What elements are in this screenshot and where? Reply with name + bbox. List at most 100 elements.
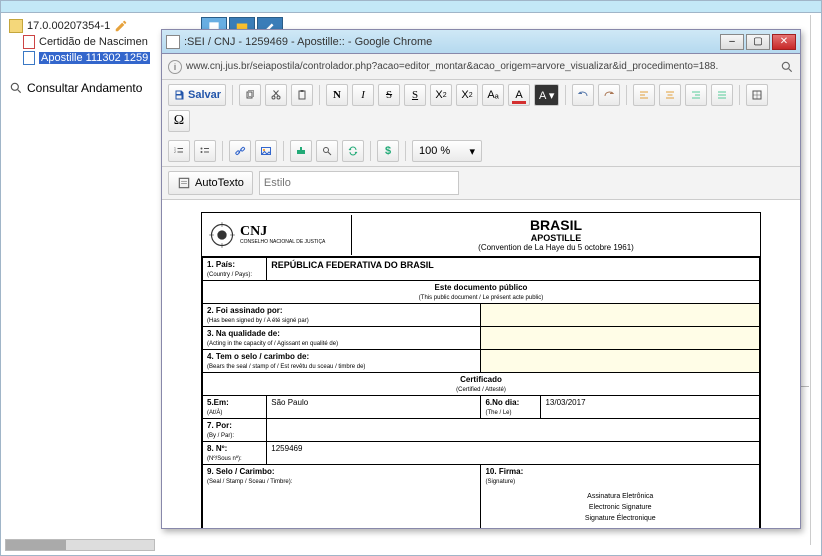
f6-value: 13/03/2017: [545, 398, 585, 407]
f2-sub: (Has been signed by / A été signé par): [207, 318, 309, 324]
copy-button[interactable]: [239, 84, 261, 106]
f9-label: 9. Selo / Carimbo:: [207, 467, 275, 476]
cnj-logo: CNJ: [240, 224, 325, 240]
cut-button[interactable]: [265, 84, 287, 106]
f4-input[interactable]: [481, 350, 760, 373]
consult-label: Consultar Andamento: [27, 81, 142, 95]
superscript-button[interactable]: X2: [456, 84, 478, 106]
header-apostille: APOSTILLE: [356, 233, 756, 243]
link-button[interactable]: [229, 140, 251, 162]
align-center-button[interactable]: [659, 84, 681, 106]
special-char-button[interactable]: Ω: [168, 110, 190, 132]
subscript-button[interactable]: X2: [430, 84, 452, 106]
f6-label: 6.No dia:: [485, 398, 519, 407]
f5-label: 5.Em:: [207, 398, 229, 407]
undo-button[interactable]: [572, 84, 594, 106]
f10-label: 10. Firma:: [485, 467, 523, 476]
minimize-button[interactable]: –: [720, 34, 744, 50]
public-doc-sub: (This public document / Le présent acte …: [419, 295, 543, 301]
coat-of-arms-icon: [208, 221, 236, 249]
tree-doc1-row[interactable]: Certidão de Nascimen: [9, 35, 169, 49]
public-doc-title: Este documento público: [435, 283, 528, 292]
f8-sub: (Nº/Sous nº):: [207, 456, 242, 462]
strike-button[interactable]: S: [378, 84, 400, 106]
table-button[interactable]: [746, 84, 768, 106]
f7-label: 7. Por:: [207, 421, 232, 430]
currency-button[interactable]: $: [377, 140, 399, 162]
tree-scrollbar[interactable]: [5, 539, 155, 551]
maximize-button[interactable]: ▢: [746, 34, 770, 50]
editor-popup: :SEI / CNJ - 1259469 - Apostille:: - Goo…: [161, 29, 801, 529]
doc-icon: [23, 51, 35, 65]
f5-value: São Paulo: [271, 398, 308, 407]
address-bar[interactable]: i www.cnj.jus.br/seiapostila/controlador…: [162, 54, 800, 80]
pencil-icon: [114, 19, 128, 33]
cert-sub: (Certified / Attesté): [456, 387, 506, 393]
pdf-icon: [23, 35, 35, 49]
f10-sub: (Signature): [485, 479, 515, 485]
f2-input[interactable]: [481, 304, 760, 327]
zoom-select[interactable]: 100 %▾: [412, 140, 482, 162]
editor-toolbar: Salvar N I S S X2 X2 Aₐ A A ▾ Ω 12: [162, 80, 800, 167]
align-right-button[interactable]: [685, 84, 707, 106]
tree-doc1-link[interactable]: Certidão de Nascimen: [39, 36, 148, 48]
case-button[interactable]: Aₐ: [482, 84, 504, 106]
f5-sub: (At/À): [207, 410, 222, 416]
replace-button[interactable]: [342, 140, 364, 162]
apostille-document: CNJ CONSELHO NACIONAL DE JUSTIÇA BRASIL …: [201, 212, 761, 528]
f6-sub: (The / Le): [485, 410, 511, 416]
sig-line-3: Signature Électronique: [485, 513, 755, 524]
tree-doc2-link[interactable]: Apostille 111302 1259: [39, 52, 150, 64]
app-topbar: [1, 1, 821, 13]
f7-sub: (By / Par):: [207, 433, 234, 439]
search-icon: [9, 81, 23, 95]
italic-button[interactable]: I: [352, 84, 374, 106]
f2-label: 2. Foi assinado por:: [207, 306, 283, 315]
document-tree: 17.0.00207354-1 Certidão de Nascimen Apo…: [9, 19, 169, 67]
num-list-button[interactable]: 12: [168, 140, 190, 162]
underline-button[interactable]: S: [404, 84, 426, 106]
text-color-button[interactable]: A: [508, 84, 530, 106]
align-left-button[interactable]: [633, 84, 655, 106]
vertical-rule: [810, 15, 811, 545]
zoom-icon[interactable]: [780, 60, 794, 74]
anchor-button[interactable]: [290, 140, 312, 162]
url-text: www.cnj.jus.br/seiapostila/controlador.p…: [186, 61, 776, 72]
header-convention: (Convention de La Haye du 5 octobre 1961…: [356, 243, 756, 252]
sig-line-1: Assinatura Eletrônica: [485, 491, 755, 502]
find-button[interactable]: [316, 140, 338, 162]
autotext-button[interactable]: AutoTexto: [168, 171, 253, 195]
save-button[interactable]: Salvar: [168, 84, 226, 106]
align-justify-button[interactable]: [711, 84, 733, 106]
popup-titlebar[interactable]: :SEI / CNJ - 1259469 - Apostille:: - Goo…: [162, 30, 800, 54]
image-button[interactable]: [255, 140, 277, 162]
tree-doc2-row[interactable]: Apostille 111302 1259: [9, 51, 169, 65]
bg-color-button[interactable]: A ▾: [534, 84, 559, 106]
tree-process-row[interactable]: 17.0.00207354-1: [9, 19, 169, 33]
sei-app-icon: [166, 35, 180, 49]
consult-andamento-link[interactable]: Consultar Andamento: [9, 81, 142, 95]
f1-sub: (Country / Pays):: [207, 272, 252, 278]
close-button[interactable]: ✕: [772, 34, 796, 50]
autotext-label: AutoTexto: [195, 177, 244, 189]
paste-button[interactable]: [291, 84, 313, 106]
f1-value: REPÚBLICA FEDERATIVA DO BRASIL: [271, 260, 434, 270]
apostille-form: 1. País: (Country / Pays): REPÚBLICA FEDE…: [202, 257, 760, 528]
style-select[interactable]: [259, 171, 459, 195]
f1-label: 1. País:: [207, 260, 235, 269]
redo-button[interactable]: [598, 84, 620, 106]
sig-line-2: Electronic Signature: [485, 502, 755, 513]
tree-process-link[interactable]: 17.0.00207354-1: [27, 20, 110, 32]
autotext-icon: [177, 176, 191, 190]
cnj-subtitle: CONSELHO NACIONAL DE JUSTIÇA: [240, 240, 325, 245]
bold-button[interactable]: N: [326, 84, 348, 106]
svg-text:2: 2: [174, 150, 176, 154]
zoom-value: 100 %: [419, 145, 450, 157]
folder-icon: [9, 19, 23, 33]
f3-input[interactable]: [481, 327, 760, 350]
popup-title: :SEI / CNJ - 1259469 - Apostille:: - Goo…: [184, 36, 432, 48]
site-info-icon[interactable]: i: [168, 60, 182, 74]
bullet-list-button[interactable]: [194, 140, 216, 162]
editor-canvas[interactable]: CNJ CONSELHO NACIONAL DE JUSTIÇA BRASIL …: [162, 200, 800, 528]
f3-sub: (Acting in the capacity of / Agissant en…: [207, 341, 338, 347]
